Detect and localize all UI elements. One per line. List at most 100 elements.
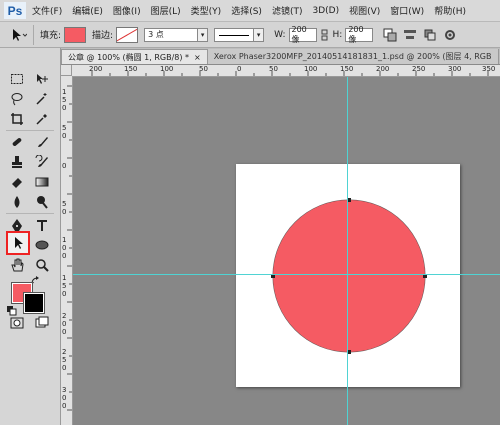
ruler-label: 350 [482, 65, 496, 73]
menu-filter[interactable]: 滤镜(T) [272, 4, 303, 17]
ruler-label: 0 [62, 208, 67, 216]
menu-view[interactable]: 视图(V) [349, 4, 380, 17]
lasso-tool-icon[interactable] [8, 90, 26, 108]
ruler-label: 200 [376, 65, 390, 73]
stroke-size-dropdown-icon[interactable]: ▾ [198, 27, 209, 42]
ruler-label: 0 [62, 162, 67, 170]
zoom-tool-icon[interactable] [33, 256, 51, 274]
ruler-label: 5 [62, 282, 67, 290]
crop-tool-icon[interactable] [8, 110, 26, 128]
move-tool-icon[interactable] [33, 70, 51, 88]
ruler-label: 1 [62, 274, 67, 282]
stroke-size-field[interactable]: 3 点 [144, 27, 199, 42]
width-label: W: [274, 29, 286, 40]
tab-xerox-document[interactable]: Xerox Phaser3200MFP_20140514181831_1.psd… [207, 49, 499, 64]
ruler-label: 300 [448, 65, 462, 73]
type-tool-icon[interactable] [33, 216, 51, 234]
link-icon[interactable] [320, 28, 330, 42]
healing-brush-tool-icon[interactable] [8, 133, 26, 151]
ruler-label: 2 [62, 348, 67, 356]
vertical-guide[interactable] [347, 77, 348, 425]
history-brush-tool-icon[interactable] [33, 153, 51, 171]
ruler-label: 0 [237, 65, 242, 73]
settings-gear-icon[interactable] [443, 28, 457, 42]
path-arrangement-icon[interactable] [423, 28, 437, 42]
menu-edit[interactable]: 编辑(E) [72, 4, 103, 17]
tool-preset-picker[interactable] [3, 24, 34, 45]
menu-type[interactable]: 类型(Y) [191, 4, 222, 17]
ruler-label: 1 [62, 88, 67, 96]
stroke-label: 描边: [92, 31, 114, 41]
menu-select[interactable]: 选择(S) [231, 4, 262, 17]
screen-mode-icon[interactable] [33, 314, 51, 332]
stroke-type-dropdown-icon[interactable]: ▾ [254, 27, 265, 42]
horizontal-ruler[interactable]: 200 150 100 50 0 50 100 150 200 250 300 … [72, 65, 500, 77]
eraser-tool-icon[interactable] [8, 173, 26, 191]
ruler-label: 5 [62, 356, 67, 364]
ruler-corner[interactable] [61, 65, 72, 76]
ellipse-shape[interactable] [273, 200, 425, 352]
height-input[interactable]: 200 像 [345, 25, 374, 44]
stroke-type-dropdown[interactable] [214, 27, 255, 42]
ellipse-tool-icon[interactable] [33, 236, 51, 254]
horizontal-guide[interactable] [73, 274, 500, 275]
ruler-label: 0 [62, 290, 67, 298]
options-bar: 填充: 描边: 3 点 ▾ ▾ W: 200 像 H: 200 像 [0, 22, 500, 48]
ruler-label: 5 [62, 200, 67, 208]
background-color-swatch[interactable] [23, 292, 45, 314]
ruler-label: 0 [62, 364, 67, 372]
menu-help[interactable]: 帮助(H) [434, 4, 466, 17]
pen-tool-icon[interactable] [8, 216, 26, 234]
path-select-icon [13, 28, 27, 41]
eyedropper-tool-icon[interactable] [33, 110, 51, 128]
fill-color-swatch[interactable] [64, 26, 87, 43]
width-input[interactable]: 200 像 [288, 25, 317, 44]
ruler-label: 0 [62, 244, 67, 252]
ruler-label: 0 [62, 394, 67, 402]
menu-bar: Ps 文件(F) 编辑(E) 图像(I) 图层(L) 类型(Y) 选择(S) 滤… [0, 0, 500, 22]
ruler-label: 150 [124, 65, 138, 73]
document-canvas[interactable] [236, 164, 460, 387]
ruler-label: 100 [160, 65, 174, 73]
menu-window[interactable]: 窗口(W) [390, 4, 424, 17]
ruler-label: 3 [62, 386, 67, 394]
brush-tool-icon[interactable] [33, 133, 51, 151]
dodge-tool-icon[interactable] [33, 193, 51, 211]
path-operations-icon[interactable] [383, 28, 397, 42]
canvas-workspace[interactable] [73, 77, 500, 425]
quick-mask-icon[interactable] [8, 314, 26, 332]
photoshop-window: Ps 文件(F) 编辑(E) 图像(I) 图层(L) 类型(Y) 选择(S) 滤… [0, 0, 500, 425]
vertical-ruler[interactable]: 1 5 0 5 0 0 5 0 1 0 0 1 5 0 2 0 0 2 5 0 … [61, 76, 73, 425]
stroke-color-swatch[interactable] [116, 26, 139, 43]
clone-stamp-tool-icon[interactable] [8, 153, 26, 171]
ruler-label: 200 [89, 65, 103, 73]
height-label: H: [332, 29, 343, 40]
ruler-label: 0 [62, 252, 67, 260]
magic-wand-tool-icon[interactable] [33, 90, 51, 108]
marquee-tool-icon[interactable] [8, 70, 26, 88]
ruler-label: 0 [62, 402, 67, 410]
close-icon[interactable]: × [194, 53, 201, 62]
tab-label: Xerox Phaser3200MFP_20140514181831_1.psd… [213, 52, 492, 61]
menu-layer[interactable]: 图层(L) [151, 4, 181, 17]
document-tabs: 公章 @ 100% (椭圆 1, RGB/8) * × Xerox Phaser… [61, 48, 500, 65]
path-alignment-icon[interactable] [403, 28, 417, 42]
ruler-label: 50 [269, 65, 278, 73]
hand-tool-icon[interactable] [8, 256, 26, 274]
ruler-label: 5 [62, 96, 67, 104]
path-selection-tool-icon[interactable] [6, 231, 30, 255]
ruler-label: 5 [62, 124, 67, 132]
menu-file[interactable]: 文件(F) [32, 4, 62, 17]
ruler-label: 0 [62, 320, 67, 328]
gradient-tool-icon[interactable] [33, 173, 51, 191]
blur-tool-icon[interactable] [8, 193, 26, 211]
fill-label: 填充: [40, 31, 62, 41]
ruler-label: 250 [412, 65, 426, 73]
menu-image[interactable]: 图像(I) [113, 4, 141, 17]
menu-3d[interactable]: 3D(D) [312, 6, 339, 16]
ruler-label: 1 [62, 236, 67, 244]
toolbox [0, 48, 61, 425]
ruler-label: 150 [340, 65, 354, 73]
tab-seal-document[interactable]: 公章 @ 100% (椭圆 1, RGB/8) * × [61, 49, 208, 64]
ruler-label: 0 [62, 104, 67, 112]
